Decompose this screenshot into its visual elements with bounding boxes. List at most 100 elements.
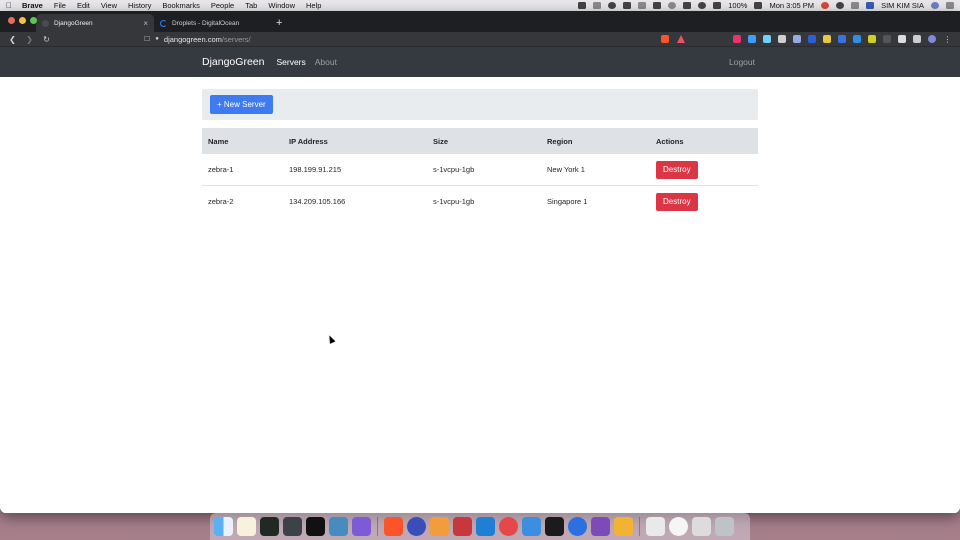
extension-icon[interactable] bbox=[898, 35, 906, 43]
window-controls bbox=[8, 17, 37, 24]
menubar-user[interactable]: SIM KIM SIA bbox=[881, 1, 924, 10]
extension-icon[interactable] bbox=[883, 35, 891, 43]
sublime-icon[interactable] bbox=[430, 517, 449, 536]
simulator-icon[interactable] bbox=[522, 517, 541, 536]
menu-icon[interactable] bbox=[851, 2, 860, 9]
extension-icon[interactable] bbox=[823, 35, 831, 43]
pouch-icon[interactable] bbox=[614, 517, 633, 536]
finder-icon[interactable] bbox=[214, 517, 233, 536]
menu-people[interactable]: People bbox=[211, 1, 234, 10]
menu-bookmarks[interactable]: Bookmarks bbox=[162, 1, 200, 10]
brave-shields-icon[interactable] bbox=[661, 35, 669, 43]
record-icon[interactable] bbox=[821, 2, 830, 9]
maximize-window-icon[interactable] bbox=[30, 17, 37, 24]
profile-avatar-icon[interactable] bbox=[928, 35, 936, 43]
menubar-clock[interactable]: Mon 3:05 PM bbox=[769, 1, 814, 10]
site-brand[interactable]: DjangoGreen bbox=[202, 56, 264, 68]
tab-djangogreen[interactable]: DjangoGreen × bbox=[36, 14, 154, 32]
new-tab-icon[interactable]: + bbox=[272, 14, 286, 32]
column-header-region: Region bbox=[541, 128, 650, 154]
status-app-icon[interactable] bbox=[578, 2, 587, 9]
nav-link-servers[interactable]: Servers bbox=[276, 57, 305, 67]
reload-icon[interactable]: ↻ bbox=[42, 35, 51, 44]
obsidian-icon[interactable] bbox=[352, 517, 371, 536]
column-header-actions: Actions bbox=[650, 128, 758, 154]
status-app-icon[interactable] bbox=[638, 2, 647, 9]
dock-separator bbox=[377, 517, 378, 536]
notes-icon[interactable] bbox=[237, 517, 256, 536]
mongodb-compass-icon[interactable] bbox=[591, 517, 610, 536]
flag-icon[interactable] bbox=[866, 2, 875, 9]
destroy-button[interactable]: Destroy bbox=[656, 160, 698, 179]
menu-history[interactable]: History bbox=[128, 1, 151, 10]
menubar-status-area: 100% Mon 3:05 PM SIM KIM SIA bbox=[578, 1, 954, 10]
volume-icon[interactable] bbox=[713, 2, 722, 9]
url-text[interactable]: djangogreen.com/servers/ bbox=[164, 35, 251, 44]
logout-link[interactable]: Logout bbox=[729, 57, 755, 67]
lock-icon[interactable]: ● bbox=[155, 36, 159, 42]
extension-icon[interactable] bbox=[763, 35, 771, 43]
menu-window[interactable]: Window bbox=[268, 1, 295, 10]
menu-view[interactable]: View bbox=[101, 1, 117, 10]
menu-tab[interactable]: Tab bbox=[245, 1, 257, 10]
wifi-icon[interactable] bbox=[698, 2, 707, 9]
status-app-icon[interactable] bbox=[623, 2, 632, 9]
close-tab-icon[interactable]: × bbox=[143, 19, 148, 28]
new-server-button[interactable]: + New Server bbox=[210, 95, 273, 114]
close-window-icon[interactable] bbox=[8, 17, 15, 24]
extensions-toolbar: ⋮ bbox=[733, 35, 952, 44]
vscode-icon[interactable] bbox=[476, 517, 495, 536]
dock-separator bbox=[639, 517, 640, 536]
menu-app-brave[interactable]: Brave bbox=[22, 1, 43, 10]
back-icon[interactable]: ❮ bbox=[8, 35, 17, 44]
minimize-window-icon[interactable] bbox=[19, 17, 26, 24]
zotero-icon[interactable] bbox=[453, 517, 472, 536]
extension-icon[interactable] bbox=[853, 35, 861, 43]
status-app-icon[interactable] bbox=[608, 2, 617, 9]
server-ip: 134.209.105.166 bbox=[283, 185, 427, 218]
keyboard-icon[interactable] bbox=[692, 517, 711, 536]
extension-icon[interactable] bbox=[778, 35, 786, 43]
extension-icon[interactable] bbox=[808, 35, 816, 43]
bookmark-icon[interactable]: ☐ bbox=[144, 35, 150, 43]
url-path: /servers/ bbox=[221, 34, 251, 44]
pocketcasts-icon[interactable] bbox=[499, 517, 518, 536]
menu-help[interactable]: Help bbox=[306, 1, 321, 10]
github-desktop-icon[interactable] bbox=[407, 517, 426, 536]
extension-icon[interactable] bbox=[733, 35, 741, 43]
folder-icon[interactable] bbox=[646, 517, 665, 536]
nav-link-about[interactable]: About bbox=[315, 57, 337, 67]
layers-icon[interactable] bbox=[283, 517, 302, 536]
sync-icon[interactable] bbox=[836, 2, 845, 9]
brave-icon[interactable] bbox=[384, 517, 403, 536]
menu-file[interactable]: File bbox=[54, 1, 66, 10]
puzzle-icon[interactable] bbox=[913, 35, 921, 43]
godot-icon[interactable] bbox=[329, 517, 348, 536]
onepassword-icon[interactable] bbox=[568, 517, 587, 536]
trash-icon[interactable] bbox=[715, 517, 734, 536]
notification-center-icon[interactable] bbox=[946, 2, 954, 9]
apple-menu-icon[interactable]:  bbox=[6, 1, 12, 10]
onepassword-mini-icon[interactable] bbox=[669, 517, 688, 536]
extension-icon[interactable] bbox=[868, 35, 876, 43]
column-header-name: Name bbox=[202, 128, 283, 154]
extension-icon[interactable] bbox=[838, 35, 846, 43]
battery-icon[interactable] bbox=[754, 2, 763, 9]
apple-tv-icon[interactable] bbox=[306, 517, 325, 536]
activity-monitor-icon[interactable] bbox=[260, 517, 279, 536]
control-center-icon[interactable] bbox=[683, 2, 692, 9]
destroy-button[interactable]: Destroy bbox=[656, 192, 698, 211]
search-icon[interactable] bbox=[668, 2, 677, 9]
tab-droplets[interactable]: Droplets - DigitalOcean bbox=[154, 14, 272, 32]
terminal-icon[interactable] bbox=[545, 517, 564, 536]
status-app-icon[interactable] bbox=[593, 2, 602, 9]
browser-menu-icon[interactable]: ⋮ bbox=[943, 35, 952, 44]
extension-icon[interactable] bbox=[793, 35, 801, 43]
status-app-icon[interactable] bbox=[653, 2, 662, 9]
menu-edit[interactable]: Edit bbox=[77, 1, 90, 10]
forward-icon[interactable]: ❯ bbox=[25, 35, 34, 44]
extension-icon[interactable] bbox=[748, 35, 756, 43]
url-field[interactable]: ☐ ● djangogreen.com/servers/ bbox=[144, 35, 653, 44]
brave-rewards-icon[interactable] bbox=[677, 35, 685, 43]
avatar-icon[interactable] bbox=[931, 2, 939, 9]
